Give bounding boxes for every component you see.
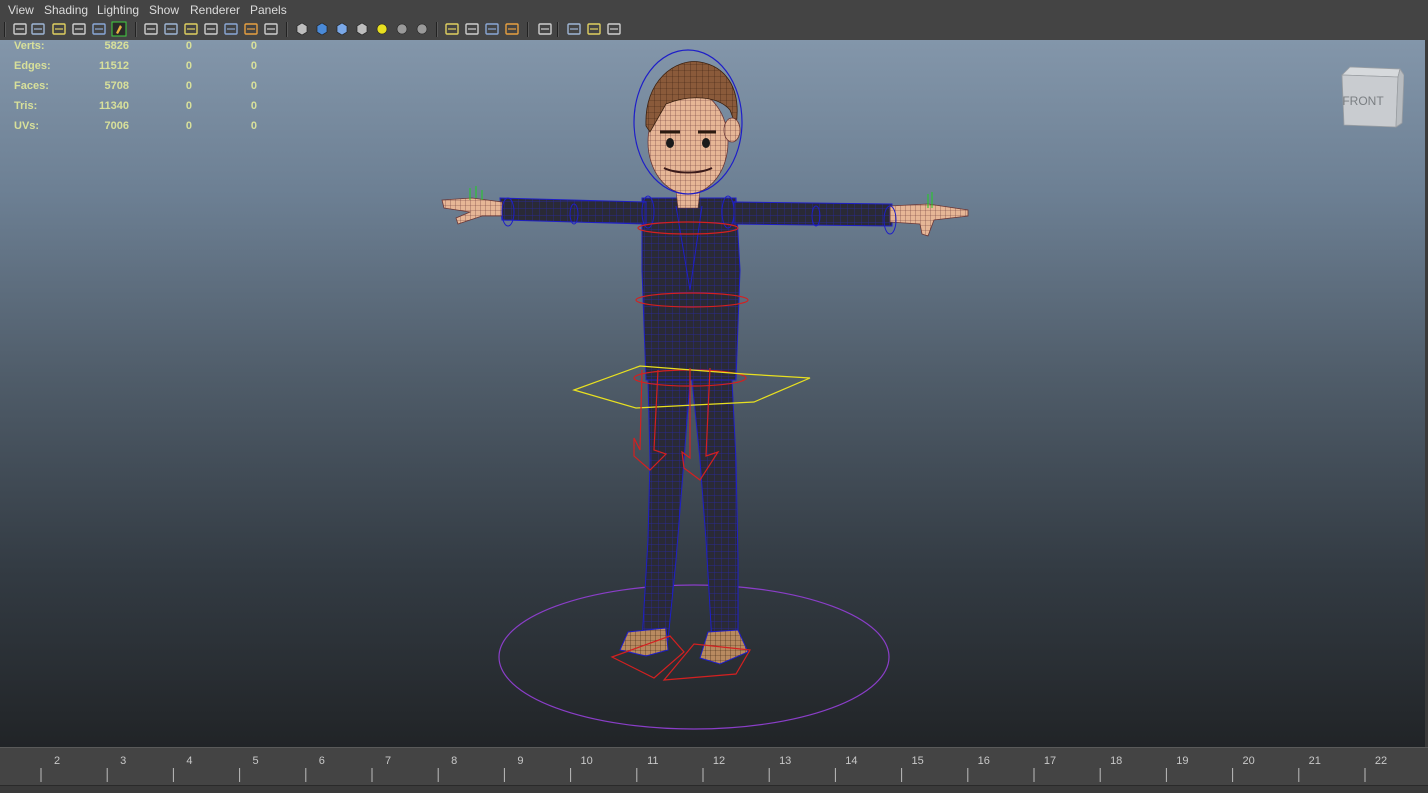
hud-value-selected: 0 <box>185 80 192 92</box>
frame-number-label: 13 <box>779 755 791 767</box>
menu-shading[interactable]: Shading <box>44 3 88 17</box>
time-slider-ruler[interactable]: 2 3 4 5 6 7 8 9 10 11 12 13 14 15 16 17 18 19 20 21 22 <box>0 748 1428 784</box>
scene-canvas[interactable] <box>0 40 1425 747</box>
camera-attributes-icon[interactable] <box>12 21 28 37</box>
textured-icon[interactable] <box>354 21 370 37</box>
hud-row: Tris: 11340 0 0 <box>14 100 274 120</box>
frame-number-label: 6 <box>319 755 325 767</box>
frame-number-label: 10 <box>580 755 592 767</box>
frame-number-label: 17 <box>1044 755 1056 767</box>
hud-row: Edges: 11512 0 0 <box>14 60 274 80</box>
frame-number-label: 7 <box>385 755 391 767</box>
frame-number-label: 22 <box>1375 755 1387 767</box>
hud-value-total: 11512 <box>99 60 129 72</box>
resolution-gate-icon[interactable] <box>183 21 199 37</box>
hud-value-component: 0 <box>250 100 257 112</box>
frame-number-label: 2 <box>54 755 60 767</box>
grid-icon[interactable] <box>143 21 159 37</box>
hud-row: Faces: 5708 0 0 <box>14 80 274 100</box>
hud-label: Faces: <box>14 80 49 92</box>
hud-value-selected: 0 <box>185 120 192 132</box>
frame-number-label: 16 <box>978 755 990 767</box>
hud-value-component: 0 <box>250 120 257 132</box>
toolbar-separator <box>135 22 137 37</box>
backface-culling-icon[interactable] <box>566 21 582 37</box>
x-ray-icon[interactable] <box>504 21 520 37</box>
bookmark-icon[interactable] <box>51 21 67 37</box>
hud-label: Tris: <box>14 100 38 112</box>
toolbar-separator <box>436 22 438 37</box>
smooth-shade-icon[interactable] <box>314 21 330 37</box>
film-gate-icon[interactable] <box>163 21 179 37</box>
hud-row: UVs: 7006 0 0 <box>14 120 274 140</box>
frame-number-label: 14 <box>845 755 857 767</box>
menu-lighting[interactable]: Lighting <box>97 3 139 17</box>
hud-label: Edges: <box>14 60 51 72</box>
field-chart-icon[interactable] <box>223 21 239 37</box>
2d-pan-zoom-icon[interactable] <box>91 21 107 37</box>
time-slider[interactable]: 2 3 4 5 6 7 8 9 10 11 12 13 14 15 16 17 18 19 20 21 22 <box>0 747 1428 793</box>
depth-of-field-icon[interactable] <box>484 21 500 37</box>
motion-blur-icon[interactable] <box>444 21 460 37</box>
safe-action-icon[interactable] <box>243 21 259 37</box>
perspective-viewport[interactable]: Verts: 5826 0 0 Edges: 11512 0 0 Faces: 5708 0 0 Tri… <box>0 40 1425 747</box>
safe-title-icon[interactable] <box>263 21 279 37</box>
frame-number-label: 15 <box>911 755 923 767</box>
xray-active-icon[interactable] <box>606 21 622 37</box>
menu-view[interactable]: View <box>8 3 34 17</box>
menu-renderer[interactable]: Renderer <box>190 3 240 17</box>
image-plane-icon[interactable] <box>71 21 87 37</box>
hud-label: Verts: <box>14 40 45 52</box>
default-lighting-icon[interactable] <box>374 21 390 37</box>
shaded-wireframe-icon[interactable] <box>334 21 350 37</box>
screen-space-ao-icon[interactable] <box>414 21 430 37</box>
frame-number-label: 19 <box>1176 755 1188 767</box>
shadows-icon[interactable] <box>394 21 410 37</box>
antialiasing-icon[interactable] <box>464 21 480 37</box>
toolbar-separator <box>527 22 529 37</box>
hud-value-total: 7006 <box>104 120 129 132</box>
hud-value-total: 5826 <box>104 40 129 52</box>
hud-row: Verts: 5826 0 0 <box>14 40 274 60</box>
hud-value-total: 11340 <box>99 100 129 112</box>
frame-number-label: 3 <box>120 755 126 767</box>
hud-value-total: 5708 <box>104 80 129 92</box>
hud-value-component: 0 <box>250 80 257 92</box>
frame-number-label: 5 <box>253 755 259 767</box>
view-cube-face-label[interactable]: FRONT <box>1342 94 1384 108</box>
character-shoes[interactable] <box>619 627 749 665</box>
menu-show[interactable]: Show <box>149 3 179 17</box>
hud-value-selected: 0 <box>185 100 192 112</box>
view-cube[interactable]: FRONT <box>1336 65 1405 129</box>
poly-count-hud: Verts: 5826 0 0 Edges: 11512 0 0 Faces: 5708 0 0 Tri… <box>14 40 274 140</box>
toolbar-separator <box>4 22 6 37</box>
hud-value-component: 0 <box>250 60 257 72</box>
world-control-circle[interactable] <box>498 584 890 730</box>
isolate-select-icon[interactable] <box>586 21 602 37</box>
hud-value-selected: 0 <box>185 60 192 72</box>
frame-number-label: 21 <box>1309 755 1321 767</box>
menu-panels[interactable]: Panels <box>250 3 287 17</box>
gate-mask-icon[interactable] <box>203 21 219 37</box>
wireframe-icon[interactable] <box>294 21 310 37</box>
frame-number-label: 9 <box>517 755 523 767</box>
frame-number-label: 4 <box>186 755 192 767</box>
panel-toolbar <box>0 19 1428 41</box>
frame-number-label: 11 <box>647 755 658 767</box>
camera-tools-icon[interactable] <box>30 21 46 37</box>
toolbar-separator <box>557 22 559 37</box>
toolbar-separator <box>286 22 288 37</box>
x-ray-joints-icon[interactable] <box>537 21 553 37</box>
frame-number-label: 18 <box>1110 755 1122 767</box>
hud-value-component: 0 <box>250 40 257 52</box>
frame-number-label: 20 <box>1242 755 1254 767</box>
panel-menu-bar: View Shading Lighting Show Renderer Pane… <box>0 0 1428 19</box>
grease-pencil-icon[interactable] <box>111 21 127 37</box>
frame-number-label: 8 <box>451 755 457 767</box>
hud-value-selected: 0 <box>185 40 192 52</box>
range-slider[interactable] <box>0 785 1428 793</box>
frame-number-label: 12 <box>713 755 725 767</box>
character-torso[interactable] <box>641 189 741 381</box>
hud-label: UVs: <box>14 120 40 132</box>
